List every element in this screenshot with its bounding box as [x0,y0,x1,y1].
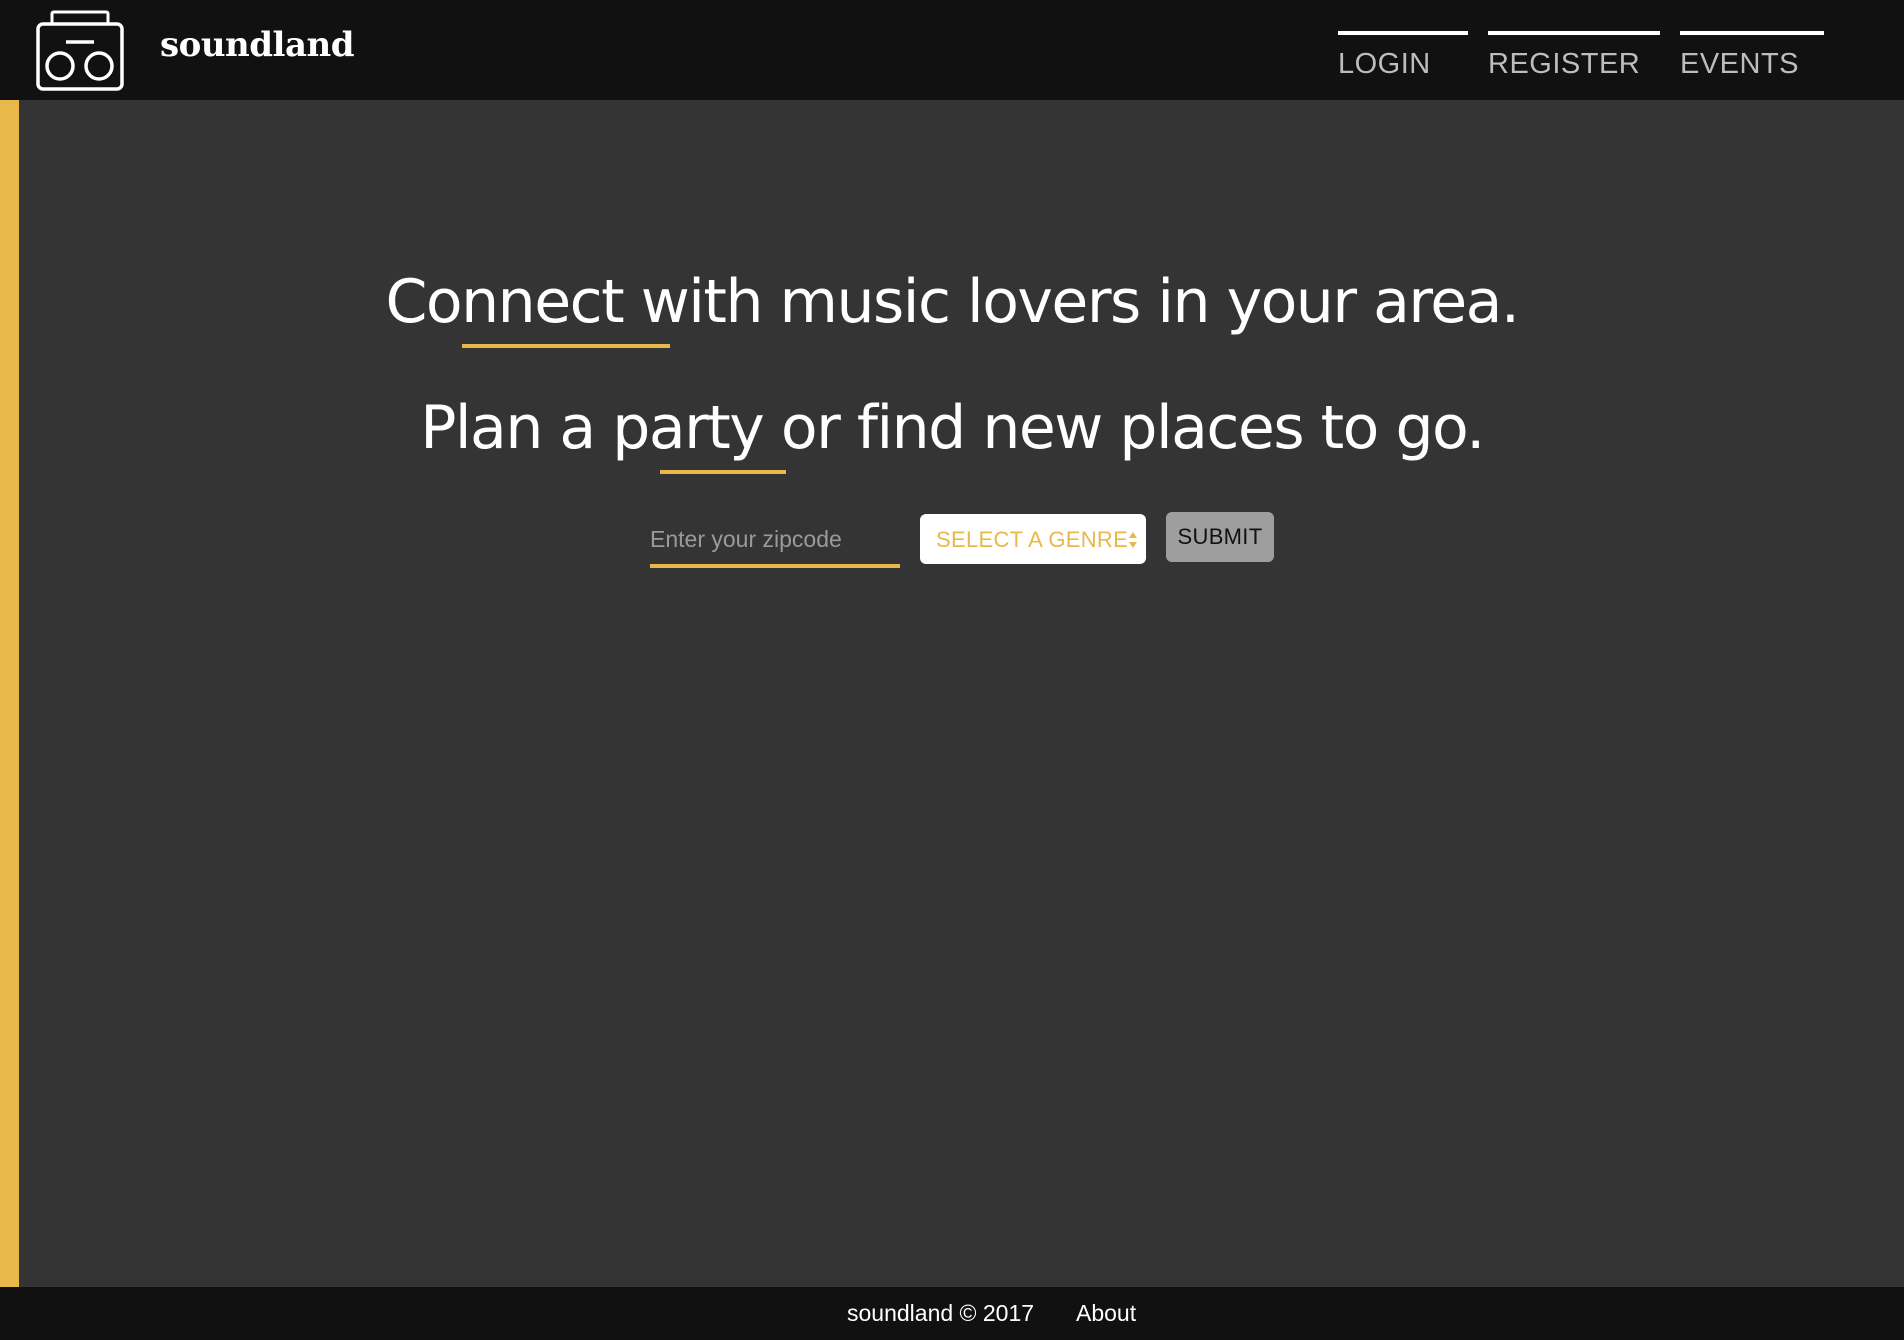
nav-login[interactable]: LOGIN [1338,31,1468,81]
genre-select[interactable]: SELECT A GENRE [920,514,1146,564]
zipcode-input[interactable] [650,514,900,568]
top-navbar: soundland LOGIN REGISTER EVENTS [0,0,1904,100]
nav-register[interactable]: REGISTER [1488,31,1660,81]
footer-copyright: soundland © 2017 [847,1300,1035,1326]
submit-button[interactable]: SUBMIT [1166,512,1274,562]
headline-underline [462,344,670,348]
select-arrows-icon [1129,532,1137,548]
page: soundland LOGIN REGISTER EVENTS Connect … [0,0,1904,1340]
subheadline-underline [660,470,786,474]
hero-subheadline: Plan a party or find new places to go. [420,393,1485,463]
boombox-icon[interactable] [36,10,124,91]
footer: soundland © 2017 About [0,1287,1904,1340]
nav-events[interactable]: EVENTS [1680,31,1824,81]
footer-about-link[interactable]: About [1076,1287,1136,1340]
brand-name[interactable]: soundland [160,20,354,70]
genre-select-label: SELECT A GENRE [936,527,1129,552]
hero-headline: Connect with music lovers in your area. [385,267,1520,337]
